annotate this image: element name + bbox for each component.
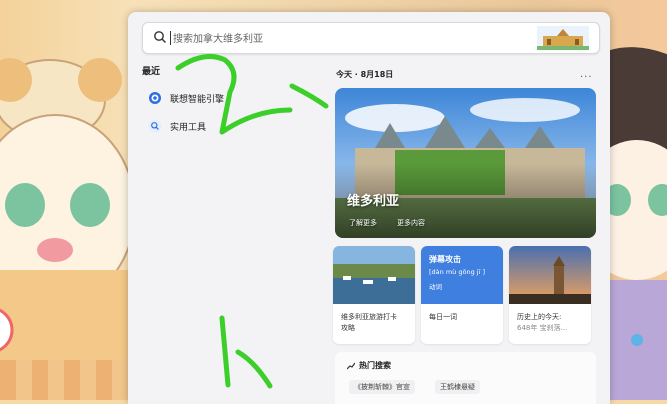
recent-item-label: 实用工具 <box>170 122 207 133</box>
harbor-photo <box>333 246 415 304</box>
search-bar[interactable] <box>142 22 600 54</box>
trending-icon <box>347 362 355 369</box>
search-panel-window: 最近 联想智能引擎 实用工具 今天 · 8月18日 ··· <box>128 12 610 404</box>
recent-item-lenovo-engine[interactable]: 联想智能引擎 <box>148 88 224 108</box>
hero-card-victoria[interactable]: 维多利亚 了解更多 更多内容 <box>335 88 596 238</box>
victoria-building-illustration <box>537 26 589 50</box>
pagoda-photo <box>509 246 591 304</box>
hot-search-tag[interactable]: 《披荆斩棘》官宣 <box>349 380 415 394</box>
card-caption: 维多利亚旅游打卡 攻略 <box>341 313 397 332</box>
word-pinyin: [dàn mù gōng jī ] <box>429 268 485 276</box>
recent-item-tools[interactable]: 实用工具 <box>148 116 206 136</box>
wallpaper-tiles <box>0 360 130 400</box>
more-options-icon[interactable]: ··· <box>580 72 593 83</box>
search-input[interactable] <box>171 28 535 50</box>
word-panel: 弹幕攻击 [dàn mù gōng jī ] 动词 <box>421 246 503 304</box>
hot-search-section: 热门搜索 《披荆斩棘》官宣 王鹤棣悬疑 <box>335 352 596 404</box>
card-history-today[interactable]: 历史上的今天: 648年 宝刹落... <box>509 246 591 344</box>
recent-section-title: 最近 <box>142 67 161 77</box>
today-date-label: 今天 · 8月18日 <box>336 70 394 79</box>
word-title: 弹幕攻击 <box>429 255 461 264</box>
hot-search-title: 热门搜索 <box>347 360 391 371</box>
lenovo-engine-icon <box>149 92 161 104</box>
more-content-link[interactable]: 更多内容 <box>397 218 425 228</box>
recent-item-label: 联想智能引擎 <box>170 94 225 105</box>
card-victoria-travel[interactable]: 维多利亚旅游打卡 攻略 <box>333 246 415 344</box>
hero-title: 维多利亚 <box>347 194 400 209</box>
victoria-parliament-photo <box>335 88 596 238</box>
card-word-of-day[interactable]: 弹幕攻击 [dàn mù gōng jī ] 动词 每日一词 <box>421 246 503 344</box>
card-caption: 每日一词 <box>429 313 457 321</box>
word-type: 动词 <box>429 283 442 291</box>
search-icon <box>154 31 166 43</box>
card-caption: 历史上的今天: 648年 宝刹落... <box>517 313 568 332</box>
tools-search-icon <box>148 119 162 133</box>
hot-search-tag[interactable]: 王鹤棣悬疑 <box>435 380 480 394</box>
learn-more-link[interactable]: 了解更多 <box>349 218 377 228</box>
